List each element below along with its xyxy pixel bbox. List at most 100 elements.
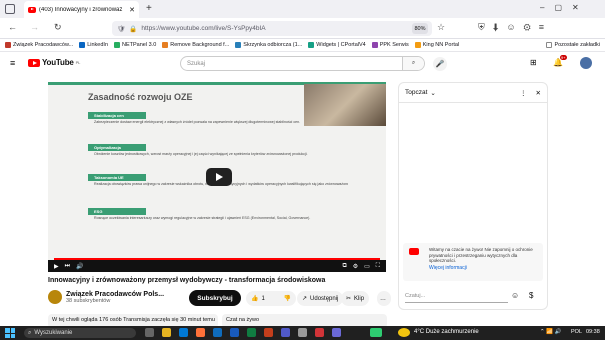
subscribe-button[interactable]: Subskrybuj [189,290,241,306]
bookmark-favicon-icon [414,42,421,48]
clip-button[interactable]: ✂ Klip [341,291,370,306]
avatar[interactable] [580,57,592,69]
chat-header: Topczat ⌄ ⋮ ✕ [399,83,547,103]
bookmark-star-icon[interactable]: ☆ [437,22,445,33]
firefox-icon[interactable] [196,328,205,337]
close-tab-icon[interactable]: ✕ [129,6,135,14]
channel-name[interactable]: Związek Pracodawców Pols... [66,291,164,298]
bookmark-item[interactable]: Skrzynka odbiorcza (1... [235,42,302,48]
chat-welcome-notice: Witamy na czacie na żywo! Nie zapomnij o… [403,243,543,281]
back-icon[interactable]: ← [8,22,17,32]
chat-input[interactable]: Czatuj... [405,291,508,303]
taskbar-app-icon[interactable] [315,328,324,337]
taskbar-search-input[interactable]: ⌕ Wyszukiwanie [24,328,136,338]
share-button[interactable]: ↗ Udostępnij [297,291,344,306]
linkedin-icon [79,42,86,48]
settings-gear-icon[interactable]: ⚙ [353,263,358,270]
edge-icon[interactable] [179,328,188,337]
bookmark-item[interactable]: Widgets | CPortalV4 [308,42,366,48]
chat-mode-dropdown[interactable]: Topczat [405,89,427,96]
bookmark-item[interactable]: PPK Serwis [371,42,409,48]
subscriber-count: 38 subskrybentów [66,297,111,304]
emoji-icon[interactable]: ☺ [511,291,519,300]
video-title: Innowacyjny i zrównoważony przemysł wydo… [48,277,326,284]
language-indicator[interactable]: POL [571,329,582,335]
word-icon[interactable] [230,328,239,337]
file-explorer-icon[interactable] [162,328,171,337]
bookmarks-bar: Związek Pracodawców... LinkedIn NETPanel… [0,39,605,52]
teams-icon[interactable] [281,328,290,337]
search-icon[interactable]: ⌕ [402,57,424,70]
microphone-icon[interactable]: 🎤 [433,57,447,71]
powerpoint-icon[interactable] [264,328,273,337]
mail-icon [235,42,242,48]
taskbar-app-icon[interactable] [145,328,154,337]
bookmark-item[interactable]: King NN Portal [414,42,459,48]
slide-section: Stabilizacja cen Zabezpieczenie dostaw e… [88,112,348,124]
channel-info[interactable]: Związek Pracodawców Pols... 38 subskrybe… [48,290,164,304]
notification-badge: 9+ [560,55,567,60]
channel-avatar[interactable] [48,290,62,304]
browser-tab-youtube[interactable]: (403) Innowacyjny i zrównoważ ✕ [24,1,139,18]
search-input[interactable]: Szukaj ⌕ [180,56,425,71]
clock[interactable]: 09:38 [586,329,600,335]
close-icon[interactable]: ✕ [536,89,541,97]
system-tray-icons[interactable]: ⌃ 📶 🔊 [540,329,561,335]
reload-icon[interactable]: ↻ [54,22,62,33]
youtube-favicon-icon [28,6,36,13]
lock-icon: 🔒 [129,25,138,33]
money-icon[interactable]: $ [529,291,533,300]
more-options-icon[interactable]: ⋮ [520,89,527,97]
excel-icon[interactable] [247,328,256,337]
window-controls[interactable]: –▢✕ [540,3,589,12]
url-text: https://www.youtube.com/live/S-YsPpy4bIA [141,25,266,32]
create-video-icon[interactable]: ⊞ [530,58,537,67]
bookmark-favicon-icon [5,42,11,48]
theater-mode-icon[interactable]: ▭ [364,263,370,270]
more-info-link[interactable]: Więcej informacji [429,265,539,272]
video-player[interactable]: Zasadność rozwoju OZE Stabilizacja cen Z… [48,82,386,272]
tab-title: (403) Innowacyjny i zrównoważ [39,6,123,13]
other-bookmarks[interactable]: Pozostałe zakładki [546,42,600,48]
taskbar-app-icon[interactable] [332,328,341,337]
forward-icon[interactable]: → [30,22,39,32]
bookmark-item[interactable]: NETPanel 3.0 [114,42,156,48]
play-icon[interactable]: ▶ [54,263,59,270]
weather-icon [398,328,410,337]
bookmark-item[interactable]: Związek Pracodawców... [5,42,73,48]
youtube-logo[interactable]: YouTube PL [28,58,80,67]
bookmark-favicon-icon [114,42,121,48]
toolbar-icons[interactable]: ⛨⬇☺⚙≡ [478,22,552,33]
play-button-icon[interactable] [206,168,232,186]
tab-overview-icon[interactable] [5,4,15,14]
youtube-logo-icon [28,58,40,67]
zoom-level-badge[interactable]: 80% [412,23,428,34]
bookmark-favicon-icon [162,42,169,48]
search-icon: ⌕ [28,329,32,336]
slide-section: Optymalizacja Obniżenie kosztów jednostk… [88,144,348,156]
menu-icon[interactable]: ≡ [10,58,15,68]
bookmark-item[interactable]: LinkedIn [79,42,108,48]
battery-icon[interactable] [370,328,382,337]
next-icon[interactable]: ⏭ [65,263,70,270]
fullscreen-icon[interactable]: ⛶ [376,263,380,270]
like-button[interactable]: 👍 1 👎 [246,291,296,306]
share-icon: ↗ [302,296,308,302]
shield-icon: 🛡 [117,25,126,33]
folder-icon [546,42,553,48]
url-bar[interactable]: 🛡 🔒 https://www.youtube.com/live/S-YsPpy… [112,21,432,36]
weather-text[interactable]: 4°C Duże zachmurzenie [414,329,479,335]
slide-title: Zasadność rozwoju OZE [88,92,193,102]
scissors-icon: ✂ [346,296,352,302]
more-actions-icon[interactable]: … [377,291,391,306]
chevron-down-icon[interactable]: ⌄ [430,89,435,97]
new-tab-icon[interactable]: + [146,3,152,14]
outlook-icon[interactable] [213,328,222,337]
slide-section: ESG Rosnące oczekiwania interesariuszy o… [88,208,348,220]
bookmark-item[interactable]: Remove Background f... [162,42,229,48]
thumbs-down-icon: 👎 [283,296,291,302]
subtitles-icon[interactable]: ⧉ [342,263,346,270]
windows-start-icon[interactable] [5,328,15,338]
taskbar-app-icon[interactable] [298,328,307,337]
volume-icon[interactable]: 🔊 [76,263,83,270]
